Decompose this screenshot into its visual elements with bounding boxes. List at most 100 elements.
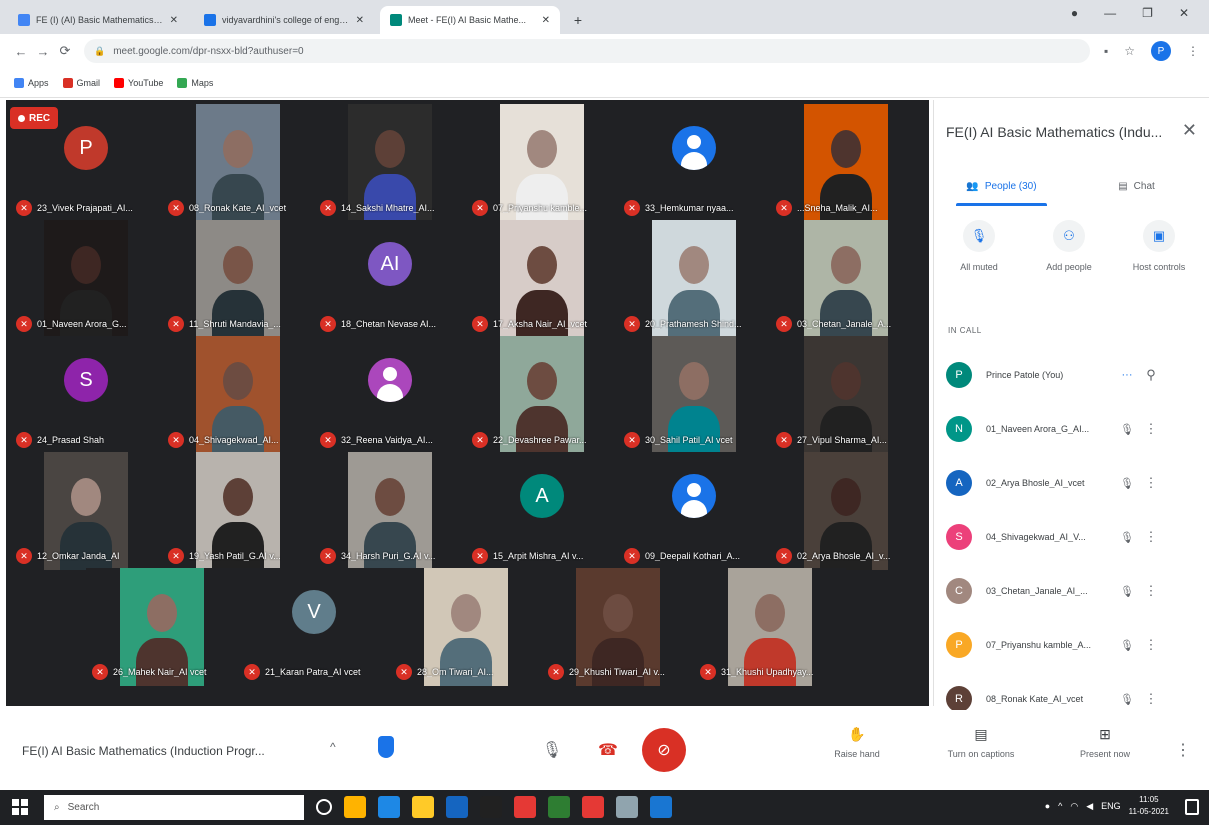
taskbar-app-icon[interactable] [316,799,332,815]
participant-tile[interactable]: ✕ 04_Shivagekwad_AI... [162,336,314,454]
participant-tile[interactable]: ✕ 22_Devashree Pawar... [466,336,618,454]
participant-tile[interactable]: V ✕ 21_Karan Patra_AI vcet [238,568,390,686]
forward-icon[interactable]: → [32,44,54,59]
url-field[interactable]: 🔒 meet.google.com/dpr-nsxx-bld?authuser=… [84,39,1090,63]
participant-tile[interactable]: ✕ 01_Naveen Arora_G... [10,220,162,338]
participant-tile[interactable]: ✕ 26_Mahek Nair_AI vcet [86,568,238,686]
profile-avatar[interactable]: P [1151,41,1171,61]
language-label[interactable]: ENG [1101,801,1121,811]
host-controls-button[interactable]: ▣ Host controls [1119,220,1199,290]
shield-icon[interactable] [378,736,394,758]
bookmark-apps[interactable]: Apps [14,77,49,88]
bookmark-gmail[interactable]: Gmail [62,77,100,88]
browser-tab-2[interactable]: vidyavardhini's college of engin... ✕ [194,6,374,34]
volume-icon[interactable]: ◀ [1086,801,1093,812]
mic-off-icon[interactable]: 🎙 [1116,477,1138,490]
tab-close-icon[interactable]: ✕ [170,15,178,26]
participant-tile[interactable]: ✕ 19_Yash Patil_G.AI v... [162,452,314,570]
more-options-icon[interactable]: ⋮ [1138,475,1164,491]
taskbar-app-icon[interactable] [616,796,638,818]
participant-tile[interactable]: ✕ 11_Shruti Mandavia_... [162,220,314,338]
participant-tile[interactable]: ✕ 33_Hemkumar nyaa... [618,104,770,222]
participant-tile[interactable]: ✕ 31_Khushi Upadhyay... [694,568,846,686]
browser-tab-1[interactable]: FE (I) (AI) Basic Mathematics Ind... ✕ [8,6,188,34]
participant-tile[interactable]: ✕ 08_Ronak Kate_AI_vcet [162,104,314,222]
bookmark-maps[interactable]: Maps [177,77,213,88]
tray-chevron-icon[interactable]: ^ [1058,801,1062,811]
chevron-up-icon[interactable]: ^ [330,740,336,754]
more-dots-icon[interactable]: ··· [1116,369,1138,381]
more-options-icon[interactable]: ⋮ [1138,529,1164,545]
more-options-icon[interactable]: ⋮ [1138,691,1164,707]
reload-icon[interactable]: ⟳ [54,43,76,59]
more-options-icon[interactable]: ⋮ [1138,637,1164,653]
participant-tile[interactable]: ✕ 28_Om Tiwari_AI... [390,568,542,686]
participant-tile[interactable]: ✕ 09_Deepali Kothari_A... [618,452,770,570]
participant-tile[interactable]: ✕ 32_Reena Vaidya_AI... [314,336,466,454]
tab-close-icon[interactable]: ✕ [542,15,550,26]
taskbar-app-icon[interactable] [650,796,672,818]
participant-row[interactable]: N 01_Naveen Arora_G_AI... 🎙 ⋮ [934,402,1204,456]
participant-tile[interactable]: ✕ 14_Sakshi Mhatre_AI... [314,104,466,222]
tray-app-icon[interactable]: ● [1045,801,1050,811]
close-panel-icon[interactable]: ✕ [1182,120,1197,141]
more-options-icon[interactable]: ⋮ [1175,740,1191,760]
taskbar-app-icon[interactable] [344,796,366,818]
taskbar-app-icon[interactable] [582,796,604,818]
taskbar-app-icon[interactable] [412,796,434,818]
microphone-button[interactable]: 🎙 [530,728,574,772]
mic-off-icon[interactable]: 🎙 [1116,585,1138,598]
participant-row[interactable]: C 03_Chetan_Janale_AI_... 🎙 ⋮ [934,564,1204,618]
clock[interactable]: 11:05 11-05-2021 [1129,794,1169,818]
restore-icon[interactable]: ❐ [1142,6,1153,20]
tab-close-icon[interactable]: ✕ [356,15,364,26]
camera-off-button[interactable]: ⊘ [642,728,686,772]
present-now-button[interactable]: ⊞ Present now [1060,726,1150,759]
windows-start-icon[interactable] [12,799,28,815]
participant-row[interactable]: A 02_Arya Bhosle_AI_vcet 🎙 ⋮ [934,456,1204,510]
taskbar-app-icon[interactable] [514,796,536,818]
account-icon[interactable]: ● [1071,6,1078,20]
wifi-icon[interactable]: ◠ [1070,801,1078,812]
mic-off-icon[interactable]: 🎙 [1116,693,1138,706]
bookmark-youtube[interactable]: YouTube [114,77,163,88]
participant-row[interactable]: P Prince Patole (You) ··· ⚲ [934,348,1204,402]
notifications-icon[interactable] [1185,799,1199,815]
participant-tile[interactable]: AI ✕ 18_Chetan Nevase AI... [314,220,466,338]
taskbar-app-icon[interactable] [378,796,400,818]
meeting-title[interactable]: FE(I) AI Basic Mathematics (Induction Pr… [22,744,265,758]
mute-all-button[interactable]: 🎙 All muted [939,220,1019,290]
participant-tile[interactable]: ✕ 07_Priyanshu kamble... [466,104,618,222]
star-icon[interactable]: ☆ [1124,44,1135,58]
participant-tile[interactable]: ✕ 34_Harsh Puri_G.AI v... [314,452,466,570]
participant-tile[interactable]: ✕ 17_Aksha Nair_AI_vcet [466,220,618,338]
leave-call-button[interactable]: ☎ [586,728,630,772]
taskbar-app-icon[interactable] [548,796,570,818]
mic-off-icon[interactable]: 🎙 [1116,639,1138,652]
add-people-button[interactable]: ⚇ Add people [1029,220,1109,290]
participant-tile[interactable]: ✕ 30_Sahil Patil_AI vcet [618,336,770,454]
back-icon[interactable]: ← [10,44,32,59]
new-tab-button[interactable]: + [566,6,590,34]
raise-hand-button[interactable]: ✋ Raise hand [812,726,902,759]
browser-tab-3-active[interactable]: Meet - FE(I) AI Basic Mathe... ✕ [380,6,560,34]
taskbar-search-field[interactable]: ⌕ Search [44,795,304,820]
participant-tile[interactable]: ✕ 12_Omkar Janda_AI [10,452,162,570]
participant-tile[interactable]: ✕ 27_Vipul Sharma_AI... [770,336,922,454]
mic-off-icon[interactable]: 🎙 [1116,531,1138,544]
menu-dots-icon[interactable]: ⋮ [1187,44,1199,58]
camera-icon[interactable]: ▪ [1104,44,1108,58]
mic-off-icon[interactable]: 🎙 [1116,423,1138,436]
taskbar-app-icon[interactable] [446,796,468,818]
minimize-icon[interactable]: — [1104,6,1116,20]
participant-tile[interactable]: S ✕ 24_Prasad Shah [10,336,162,454]
participant-tile[interactable]: A ✕ 15_Arpit Mishra_AI v... [466,452,618,570]
participant-row[interactable]: P 07_Priyanshu kamble_A... 🎙 ⋮ [934,618,1204,672]
participant-tile[interactable]: ✕ 29_Khushi Tiwari_AI v... [542,568,694,686]
participant-tile[interactable]: ✕ 20_Prathamesh Shind... [618,220,770,338]
participant-tile[interactable]: ✕ 03_Chetan_Janale_A... [770,220,922,338]
more-options-icon[interactable]: ⋮ [1138,421,1164,437]
taskbar-app-icon[interactable] [480,796,502,818]
captions-button[interactable]: ▤ Turn on captions [936,726,1026,759]
participant-tile[interactable]: ✕ ...Sneha_Malik_AI... [770,104,922,222]
